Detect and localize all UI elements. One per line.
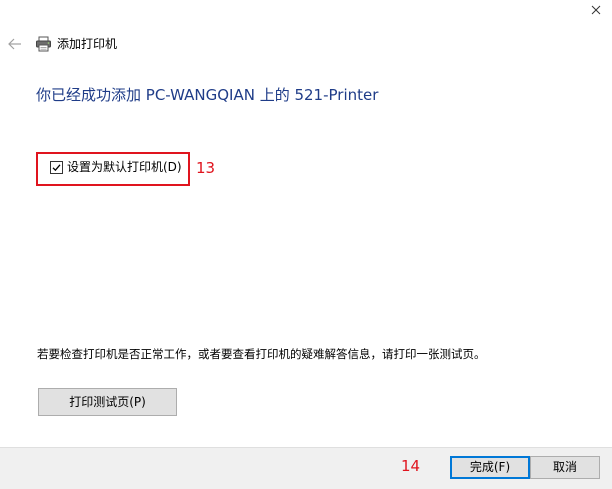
test-page-info-text: 若要检查打印机是否正常工作，或者要查看打印机的疑难解答信息，请打印一张测试页。 <box>37 347 486 361</box>
set-default-printer-label: 设置为默认打印机(D) <box>67 160 182 174</box>
set-default-printer-checkbox[interactable]: 设置为默认打印机(D) <box>50 158 182 176</box>
finish-button[interactable]: 完成(F) <box>450 456 530 479</box>
close-icon <box>591 5 601 15</box>
success-heading: 你已经成功添加 PC-WANGQIAN 上的 521-Printer <box>36 86 379 104</box>
back-arrow-icon <box>8 38 21 50</box>
annotation-number-14: 14 <box>401 457 421 475</box>
wizard-title: 添加打印机 <box>57 37 118 51</box>
printer-icon <box>35 36 52 52</box>
print-test-page-button[interactable]: 打印测试页(P) <box>38 388 177 416</box>
annotation-number-13: 13 <box>196 159 216 177</box>
checkbox-checked-icon[interactable] <box>50 160 63 174</box>
cancel-button[interactable]: 取消 <box>530 456 600 479</box>
close-button[interactable] <box>588 2 604 18</box>
back-button[interactable] <box>6 36 24 52</box>
